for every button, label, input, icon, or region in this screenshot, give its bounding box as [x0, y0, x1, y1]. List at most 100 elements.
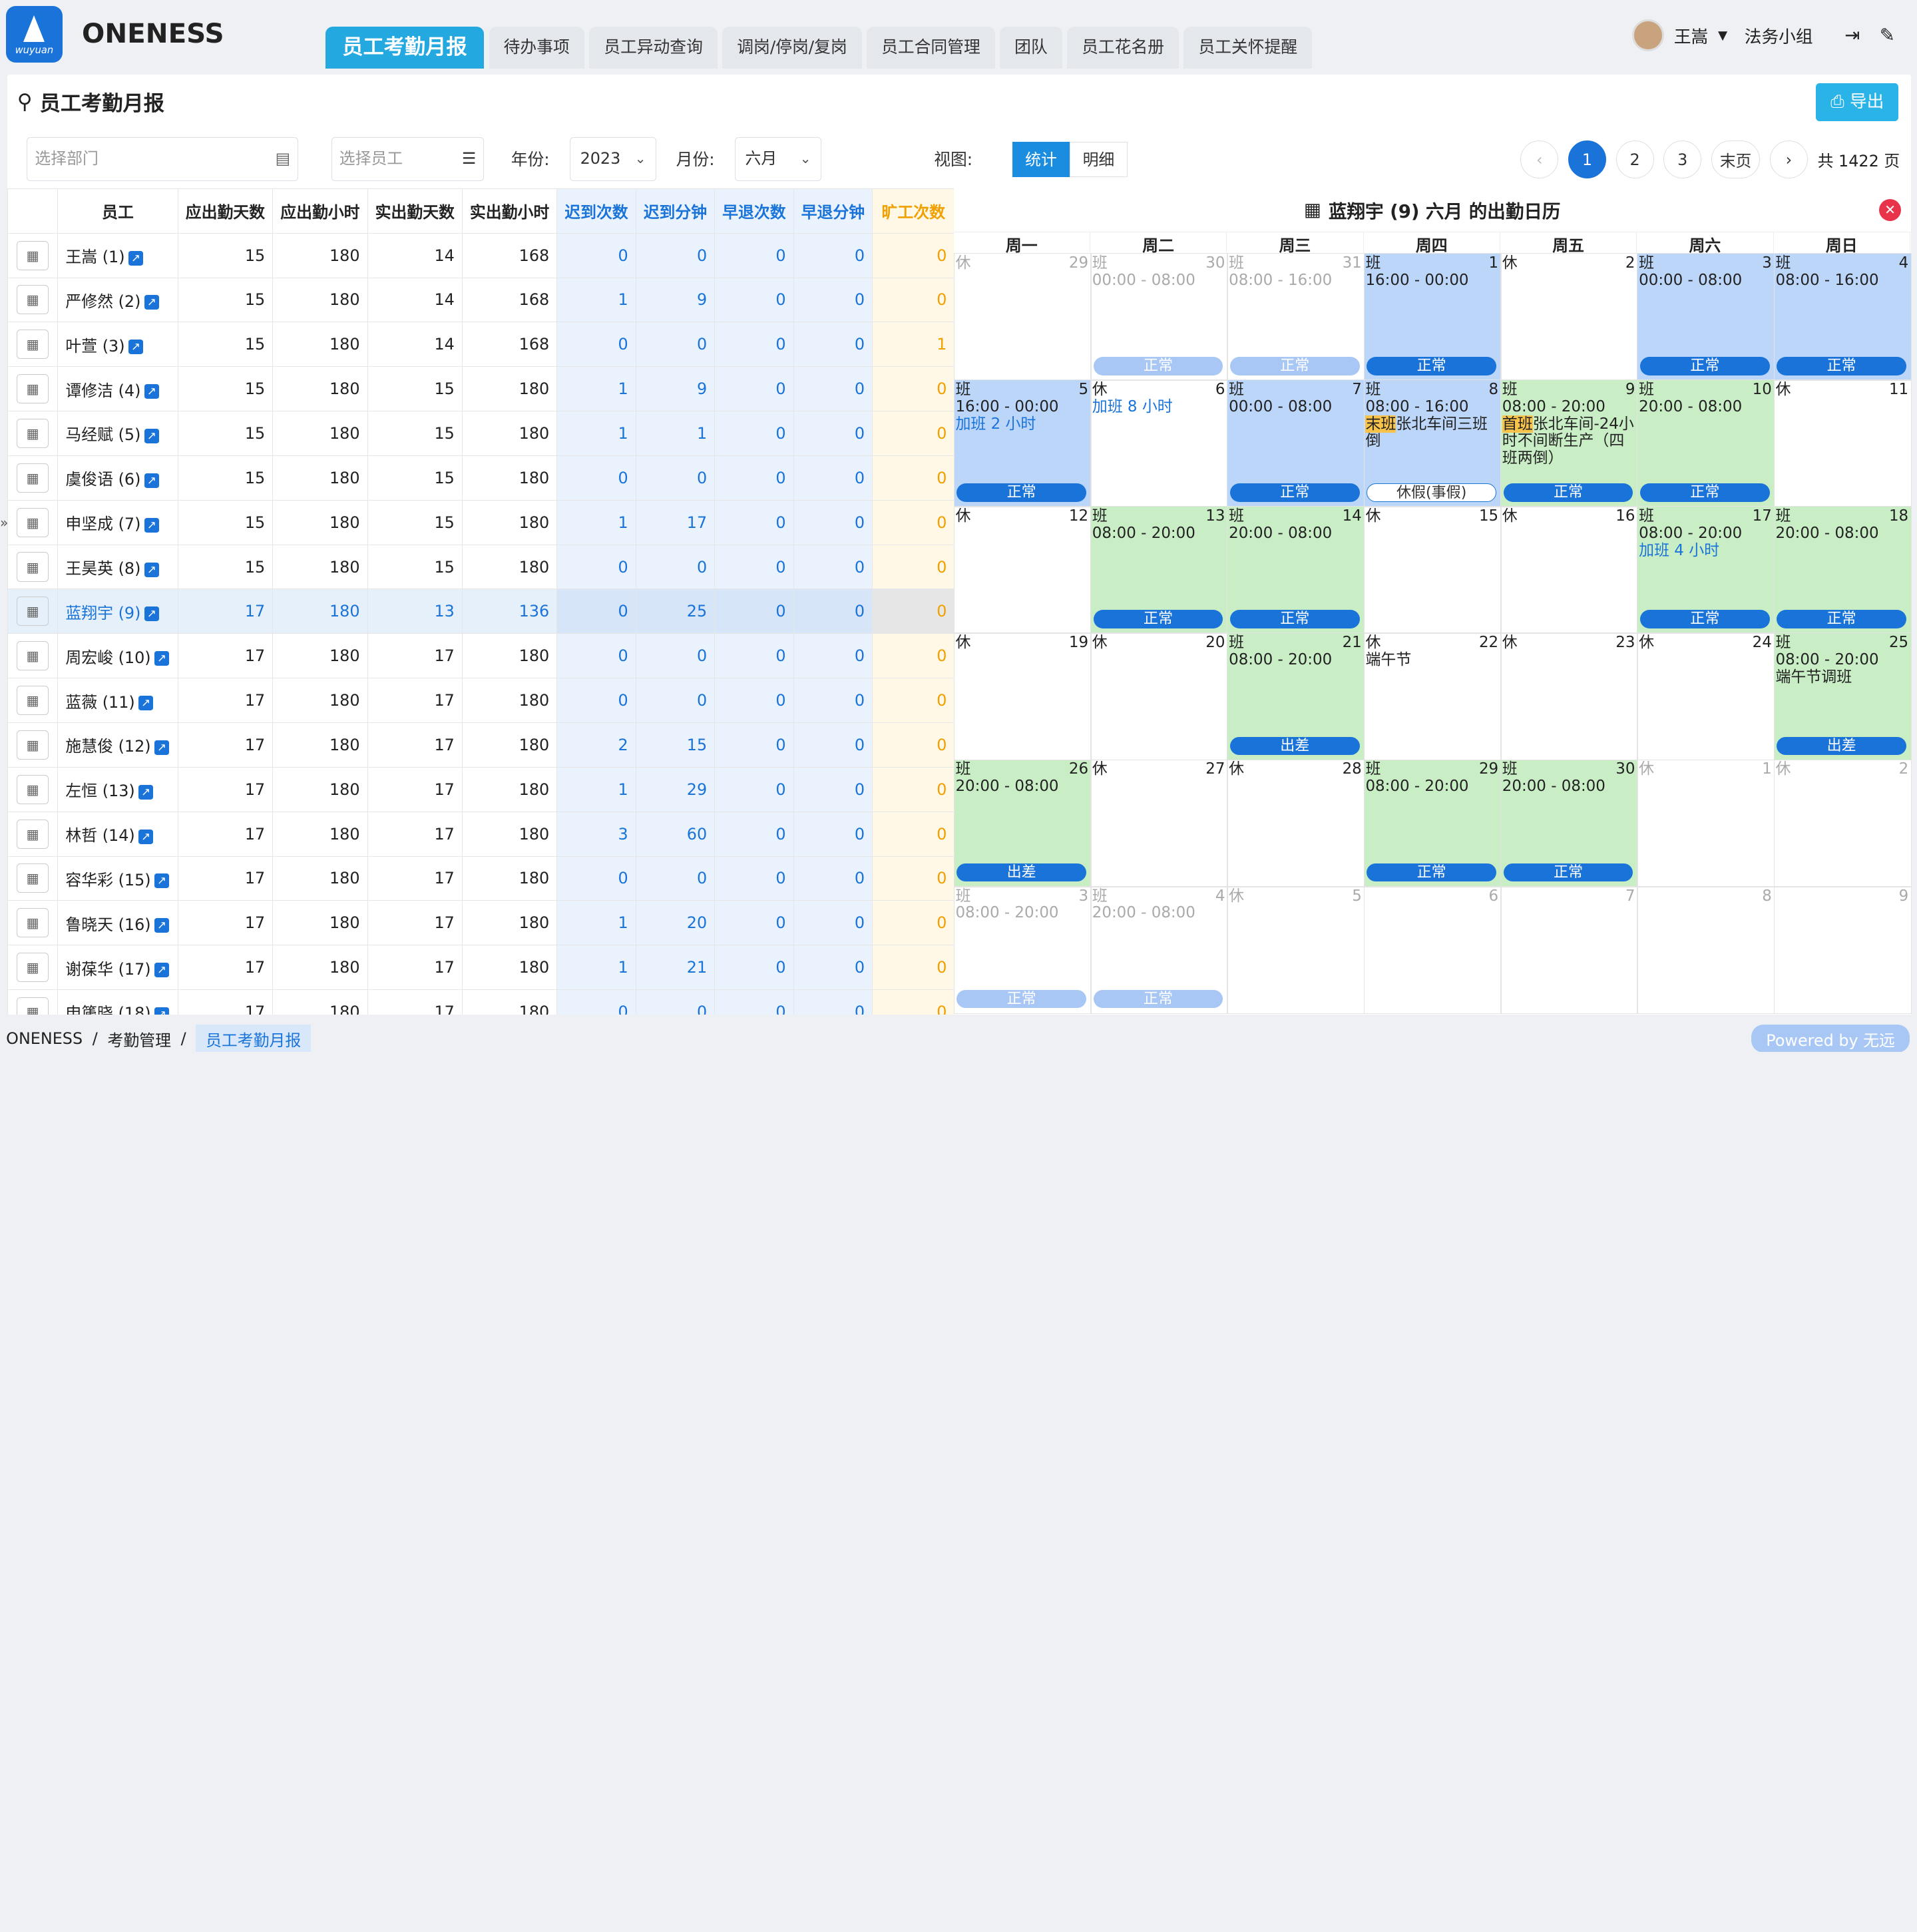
calendar-day[interactable]: 班 4 20:00 - 08:00 正常 [1090, 885, 1229, 1014]
calendar-day[interactable]: 班 9 08:00 - 20:00 首班张北车间-24小时不间断生产（四班两倒） 正常 [1500, 379, 1639, 508]
page-1-button[interactable]: 1 [1568, 140, 1606, 179]
employee-cell[interactable]: 王嵩 (1) ↗ [57, 232, 178, 278]
calendar-day[interactable]: 班 5 16:00 - 00:00 加班 2 小时 正常 [953, 379, 1092, 508]
employee-name[interactable]: 申坚成 (7) [65, 515, 140, 533]
table-row[interactable]: ▦ 申坚成 (7) ↗ 15 180 15 180 1 17 0 0 0 [7, 499, 955, 545]
chevron-down-icon[interactable]: ▼ [1718, 29, 1727, 43]
column-header[interactable]: 早退分钟 [793, 188, 873, 234]
employee-name[interactable]: 严修然 (2) [65, 292, 140, 311]
calendar-day[interactable]: 班 30 00:00 - 08:00 正常 [1090, 253, 1229, 381]
calendar-day[interactable]: 休5 [1227, 885, 1365, 1014]
external-link-icon[interactable]: ↗ [154, 918, 170, 933]
calendar-icon[interactable]: ▦ [17, 552, 49, 582]
calendar-day[interactable]: 休 12 [953, 506, 1092, 634]
external-link-icon[interactable]: ↗ [144, 473, 159, 488]
calendar-day[interactable]: 休 11 [1773, 379, 1912, 508]
external-link-icon[interactable]: ↗ [138, 784, 154, 800]
table-row[interactable]: ▦ 王嵩 (1) ↗ 15 180 14 168 0 0 0 0 0 [7, 232, 955, 278]
user-group[interactable]: 法务小组 [1745, 23, 1813, 48]
app-logo[interactable]: wuyuan [6, 6, 63, 63]
calendar-day[interactable]: 班 25 08:00 - 20:00 端午节调班 出差 [1773, 632, 1912, 761]
calendar-day[interactable]: 休 6 加班 8 小时 [1090, 379, 1229, 508]
tab-1[interactable]: 待办事项 [489, 27, 584, 69]
employee-name[interactable]: 林哲 (14) [65, 826, 134, 845]
calendar-day[interactable]: 休 24 [1637, 632, 1775, 761]
external-link-icon[interactable]: ↗ [138, 829, 154, 844]
table-row[interactable]: ▦ 叶萱 (3) ↗ 15 180 14 168 0 0 0 0 1 [7, 322, 955, 367]
column-header[interactable]: 应出勤小时 [272, 188, 368, 234]
column-header[interactable]: 迟到分钟 [635, 188, 716, 234]
calendar-icon[interactable]: ▦ [17, 463, 49, 493]
external-link-icon[interactable]: ↗ [154, 651, 170, 666]
table-row[interactable]: ▦ 施慧俊 (12) ↗ 17 180 17 180 2 15 0 0 0 [7, 722, 955, 768]
employee-cell[interactable]: 容华彩 (15) ↗ [57, 855, 178, 901]
calendar-icon[interactable]: ▦ [17, 240, 49, 270]
external-link-icon[interactable]: ↗ [144, 606, 159, 622]
expand-sidebar-icon[interactable]: » [0, 515, 8, 531]
column-header[interactable]: 应出勤天数 [177, 188, 274, 234]
employee-cell[interactable]: 谢葆华 (17) ↗ [57, 945, 178, 991]
employee-cell[interactable]: 王昊英 (8) ↗ [57, 544, 178, 590]
table-row[interactable]: ▦ 周宏峻 (10) ↗ 17 180 17 180 0 0 0 0 0 [7, 633, 955, 679]
table-row[interactable]: ▦ 谭修洁 (4) ↗ 15 180 15 180 1 9 0 0 0 [7, 366, 955, 412]
table-row[interactable]: ▦ 左恒 (13) ↗ 17 180 17 180 1 29 0 0 0 [7, 766, 955, 812]
table-row[interactable]: ▦ 容华彩 (15) ↗ 17 180 17 180 0 0 0 0 0 [7, 855, 955, 901]
calendar-day[interactable]: 班 3 08:00 - 20:00 正常 [953, 885, 1092, 1014]
tab-3[interactable]: 调岗/停岗/复岗 [722, 27, 862, 69]
calendar-day[interactable]: 休 16 [1500, 506, 1639, 634]
employee-cell[interactable]: 周宏峻 (10) ↗ [57, 633, 178, 679]
table-row[interactable]: ▦ 鲁晓天 (16) ↗ 17 180 17 180 1 20 0 0 0 [7, 900, 955, 946]
calendar-day[interactable]: 6 [1363, 885, 1502, 1014]
calendar-icon[interactable]: ▦ [17, 641, 49, 671]
calendar-icon[interactable]: ▦ [17, 953, 49, 983]
table-row[interactable]: ▦ 申篪晓 (18) ↗ 17 180 17 180 0 0 0 0 0 [7, 989, 955, 1015]
calendar-icon[interactable]: ▦ [17, 285, 49, 315]
calendar-day[interactable]: 班 10 20:00 - 08:00 正常 [1637, 379, 1775, 508]
external-link-icon[interactable]: ↗ [128, 250, 144, 266]
external-link-icon[interactable]: ↗ [144, 517, 159, 533]
employee-cell[interactable]: 林哲 (14) ↗ [57, 811, 178, 857]
breadcrumb-root[interactable]: ONENESS [6, 1029, 83, 1048]
tab-6[interactable]: 员工花名册 [1067, 27, 1179, 69]
next-page-button[interactable]: › [1769, 140, 1808, 179]
tab-7[interactable]: 员工关怀提醒 [1183, 27, 1313, 69]
employee-name[interactable]: 王嵩 (1) [65, 248, 124, 266]
employee-name[interactable]: 周宏峻 (10) [65, 648, 150, 667]
table-row[interactable]: ▦ 蓝薇 (11) ↗ 17 180 17 180 0 0 0 0 0 [7, 678, 955, 723]
external-link-icon[interactable]: ↗ [144, 384, 159, 399]
table-row[interactable]: ▦ 马经赋 (5) ↗ 15 180 15 180 1 1 0 0 0 [7, 411, 955, 456]
column-header[interactable]: 员工 [57, 188, 178, 234]
calendar-icon[interactable]: ▦ [17, 374, 49, 404]
calendar-icon[interactable]: ▦ [17, 597, 49, 626]
employee-name[interactable]: 王昊英 (8) [65, 559, 140, 578]
employee-cell[interactable]: 申坚成 (7) ↗ [57, 499, 178, 545]
external-link-icon[interactable]: ↗ [128, 340, 144, 355]
calendar-day[interactable]: 班 14 20:00 - 08:00 正常 [1227, 506, 1365, 634]
breadcrumb-section[interactable]: 考勤管理 [108, 1027, 171, 1051]
calendar-icon[interactable]: ▦ [17, 908, 49, 938]
logout-icon[interactable]: ⇥ [1844, 25, 1860, 46]
employee-name[interactable]: 左恒 (13) [65, 782, 134, 800]
employee-cell[interactable]: 谭修洁 (4) ↗ [57, 366, 178, 412]
employee-name[interactable]: 马经赋 (5) [65, 425, 140, 444]
calendar-day[interactable]: 班 30 20:00 - 08:00 正常 [1500, 759, 1639, 887]
column-header[interactable]: 实出勤小时 [461, 188, 558, 234]
table-row[interactable]: ▦ 谢葆华 (17) ↗ 17 180 17 180 1 21 0 0 0 [7, 945, 955, 991]
calendar-day[interactable]: 休 23 [1500, 632, 1639, 761]
employee-cell[interactable]: 叶萱 (3) ↗ [57, 322, 178, 367]
external-link-icon[interactable]: ↗ [154, 1007, 170, 1015]
export-button[interactable]: ⎙ 导出 [1816, 83, 1899, 121]
month-select[interactable]: 六月 ⌄ [734, 136, 822, 181]
employee-name[interactable]: 鲁晓天 (16) [65, 915, 150, 934]
calendar-day[interactable]: 休 20 [1090, 632, 1229, 761]
calendar-day[interactable]: 8 [1637, 885, 1775, 1014]
calendar-day[interactable]: 班 3 00:00 - 08:00 正常 [1637, 253, 1775, 381]
tab-4[interactable]: 员工合同管理 [867, 27, 995, 69]
employee-name[interactable]: 谢葆华 (17) [65, 960, 150, 979]
table-row[interactable]: ▦ 虞俊语 (6) ↗ 15 180 15 180 0 0 0 0 0 [7, 455, 955, 501]
employee-cell[interactable]: 蓝翔宇 (9) ↗ [57, 589, 178, 634]
year-select[interactable]: 2023 ⌄ [569, 136, 657, 181]
employee-name[interactable]: 申篪晓 (18) [65, 1004, 150, 1015]
employee-cell[interactable]: 马经赋 (5) ↗ [57, 411, 178, 456]
calendar-icon[interactable]: ▦ [17, 774, 49, 804]
